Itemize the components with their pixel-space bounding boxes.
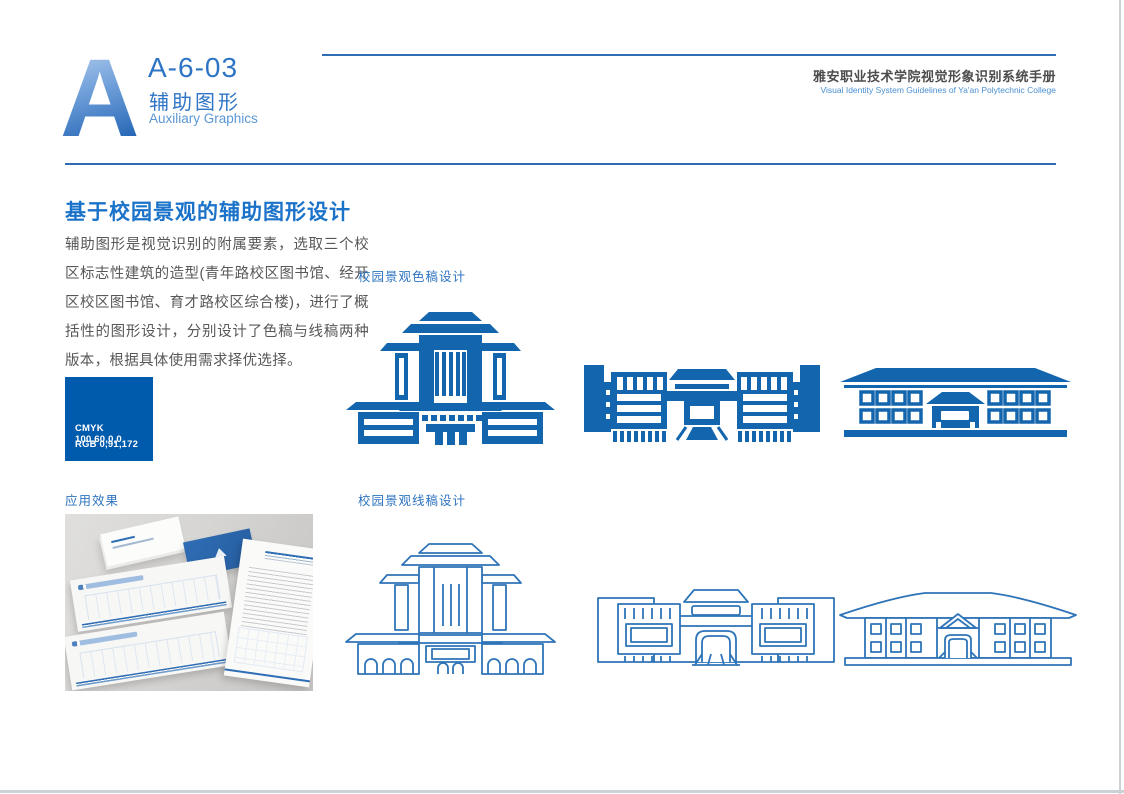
line-sketch-library-illustration bbox=[343, 540, 558, 675]
color-sketch-jingkai-library-illustration bbox=[578, 360, 826, 444]
color-sketch-library-illustration bbox=[343, 310, 558, 445]
section-title: 基于校园景观的辅助图形设计 bbox=[65, 196, 351, 226]
window-bottom-border bbox=[0, 790, 1124, 793]
header-divider-rule bbox=[65, 163, 1056, 165]
doc-title-en: Auxiliary Graphics bbox=[149, 111, 258, 126]
brand-letter-logo: A bbox=[60, 44, 139, 154]
swatch-rgb-value: RGB 0,91,172 bbox=[75, 439, 138, 450]
letterhead-logo-mark bbox=[264, 551, 313, 567]
application-mockup-photo bbox=[65, 514, 313, 691]
manual-title-cn: 雅安职业技术学院视觉形象识别系统手册 bbox=[813, 66, 1056, 85]
header-rule-top bbox=[322, 54, 1056, 56]
manual-page: A A-6-03 辅助图形 Auxiliary Graphics 雅安职业技术学… bbox=[0, 0, 1124, 794]
business-card-stack bbox=[100, 516, 185, 566]
manual-title-en: Visual Identity System Guidelines of Ya'… bbox=[820, 85, 1056, 95]
color-design-label: 校园景观色稿设计 bbox=[358, 266, 466, 285]
application-label: 应用效果 bbox=[65, 490, 119, 509]
color-sketch-complex-building-illustration bbox=[838, 366, 1073, 442]
intro-paragraph: 辅助图形是视觉识别的附属要素，选取三个校区标志性建筑的造型(青年路校区图书馆、经… bbox=[65, 231, 369, 376]
doc-code: A-6-03 bbox=[148, 52, 238, 84]
line-design-label: 校园景观线稿设计 bbox=[358, 490, 466, 509]
line-sketch-complex-building-illustration bbox=[833, 584, 1083, 669]
line-sketch-jingkai-library-illustration bbox=[592, 586, 840, 670]
primary-color-swatch: CMYK 100,60,0,0 RGB 0,91,172 bbox=[65, 377, 153, 461]
window-right-border bbox=[1119, 0, 1121, 794]
letterhead-text-lines bbox=[241, 567, 313, 638]
